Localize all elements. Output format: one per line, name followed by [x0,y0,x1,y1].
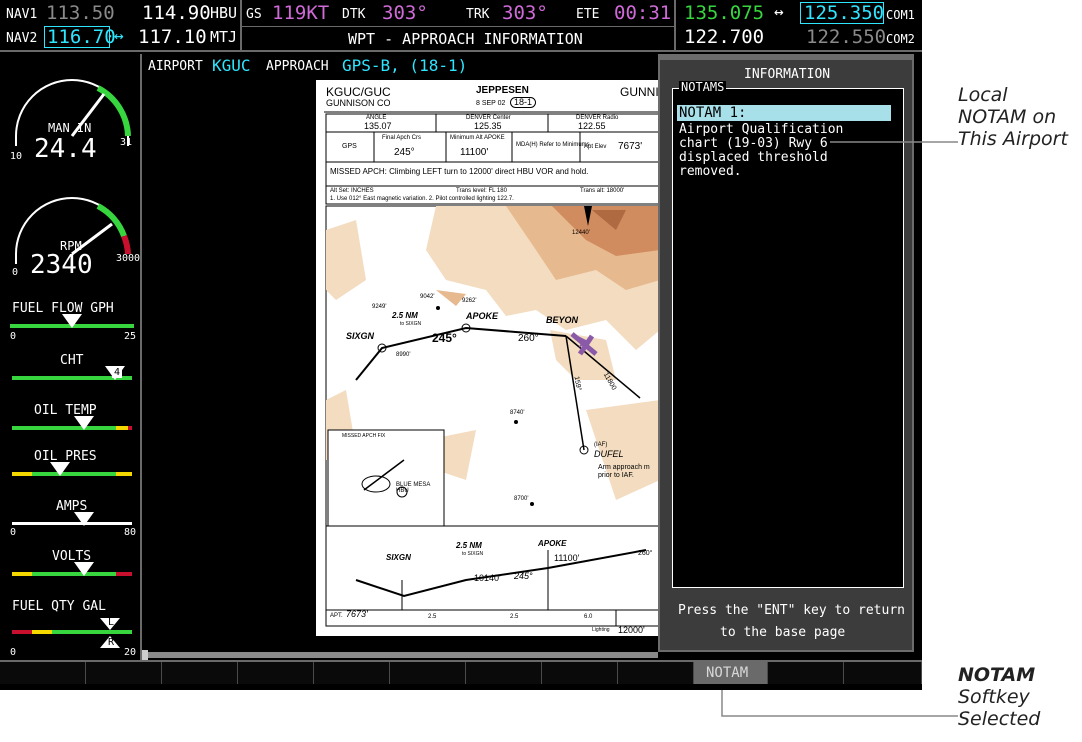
notam-softkey-callout: NOTAM Softkey Selected [958,664,1040,730]
callout-line: Softkey [958,686,1030,708]
callout-leader-lines [721,141,958,717]
callout-line: Selected [958,708,1041,730]
callout-line: NOTAM [958,664,1036,686]
